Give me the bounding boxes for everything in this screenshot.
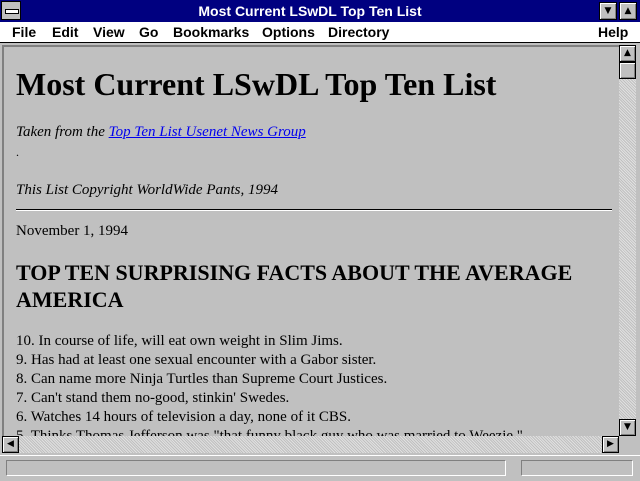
right-arrow-icon[interactable]: ▶ bbox=[602, 436, 619, 453]
title-bar[interactable]: Most Current LSwDL Top Ten List ▼ ▲ bbox=[0, 0, 640, 23]
minimize-icon[interactable]: ▼ bbox=[599, 2, 617, 20]
list-item: 5. Thinks Thomas Jefferson was "that fun… bbox=[16, 428, 523, 436]
menu-file[interactable]: File bbox=[12, 23, 36, 41]
maximize-icon[interactable]: ▲ bbox=[619, 2, 637, 20]
down-arrow-icon[interactable]: ▼ bbox=[619, 419, 636, 436]
status-progress bbox=[521, 460, 633, 476]
usenet-link[interactable]: Top Ten List Usenet News Group bbox=[109, 124, 306, 140]
menu-view[interactable]: View bbox=[93, 23, 125, 41]
vertical-scrollbar[interactable]: ▲ ▼ bbox=[619, 45, 636, 436]
vertical-scroll-track[interactable] bbox=[619, 62, 636, 419]
vertical-scroll-thumb[interactable] bbox=[619, 62, 636, 79]
horizontal-rule bbox=[16, 209, 612, 211]
list-item: 6. Watches 14 hours of television a day,… bbox=[16, 409, 351, 425]
window-title: Most Current LSwDL Top Ten List bbox=[198, 3, 422, 19]
top-ten-list: 10. In course of life, will eat own weig… bbox=[16, 332, 523, 436]
separator-dot: . bbox=[16, 145, 19, 159]
copyright-notice: This List Copyright WorldWide Pants, 199… bbox=[16, 182, 278, 198]
list-item: 9. Has had at least one sexual encounter… bbox=[16, 352, 377, 368]
status-message bbox=[6, 460, 506, 476]
menu-go[interactable]: Go bbox=[139, 23, 158, 41]
system-menu-icon[interactable] bbox=[1, 1, 21, 20]
menu-options[interactable]: Options bbox=[262, 23, 315, 41]
menu-bookmarks[interactable]: Bookmarks bbox=[173, 23, 249, 41]
menu-directory[interactable]: Directory bbox=[328, 23, 389, 41]
list-title: TOP TEN SURPRISING FACTS ABOUT THE AVERA… bbox=[16, 260, 573, 312]
attribution: Taken from the Top Ten List Usenet News … bbox=[16, 123, 306, 141]
list-item: 8. Can name more Ninja Turtles than Supr… bbox=[16, 371, 388, 387]
up-arrow-icon[interactable]: ▲ bbox=[619, 45, 636, 62]
attribution-prefix: Taken from the bbox=[16, 124, 109, 140]
status-bar bbox=[0, 455, 640, 481]
document-view[interactable]: Most Current LSwDL Top Ten List Taken fr… bbox=[2, 45, 619, 436]
left-arrow-icon[interactable]: ◀ bbox=[2, 436, 19, 453]
page-heading: Most Current LSwDL Top Ten List bbox=[16, 66, 497, 102]
menu-help[interactable]: Help bbox=[598, 23, 628, 41]
list-date: November 1, 1994 bbox=[16, 223, 129, 239]
menu-edit[interactable]: Edit bbox=[52, 23, 78, 41]
list-item: 10. In course of life, will eat own weig… bbox=[16, 333, 343, 349]
horizontal-scrollbar[interactable]: ◀ ▶ bbox=[2, 436, 619, 453]
list-item: 7. Can't stand them no-good, stinkin' Sw… bbox=[16, 390, 290, 406]
scrollbar-corner bbox=[619, 436, 636, 453]
menu-bar: File Edit View Go Bookmarks Options Dire… bbox=[0, 22, 640, 43]
